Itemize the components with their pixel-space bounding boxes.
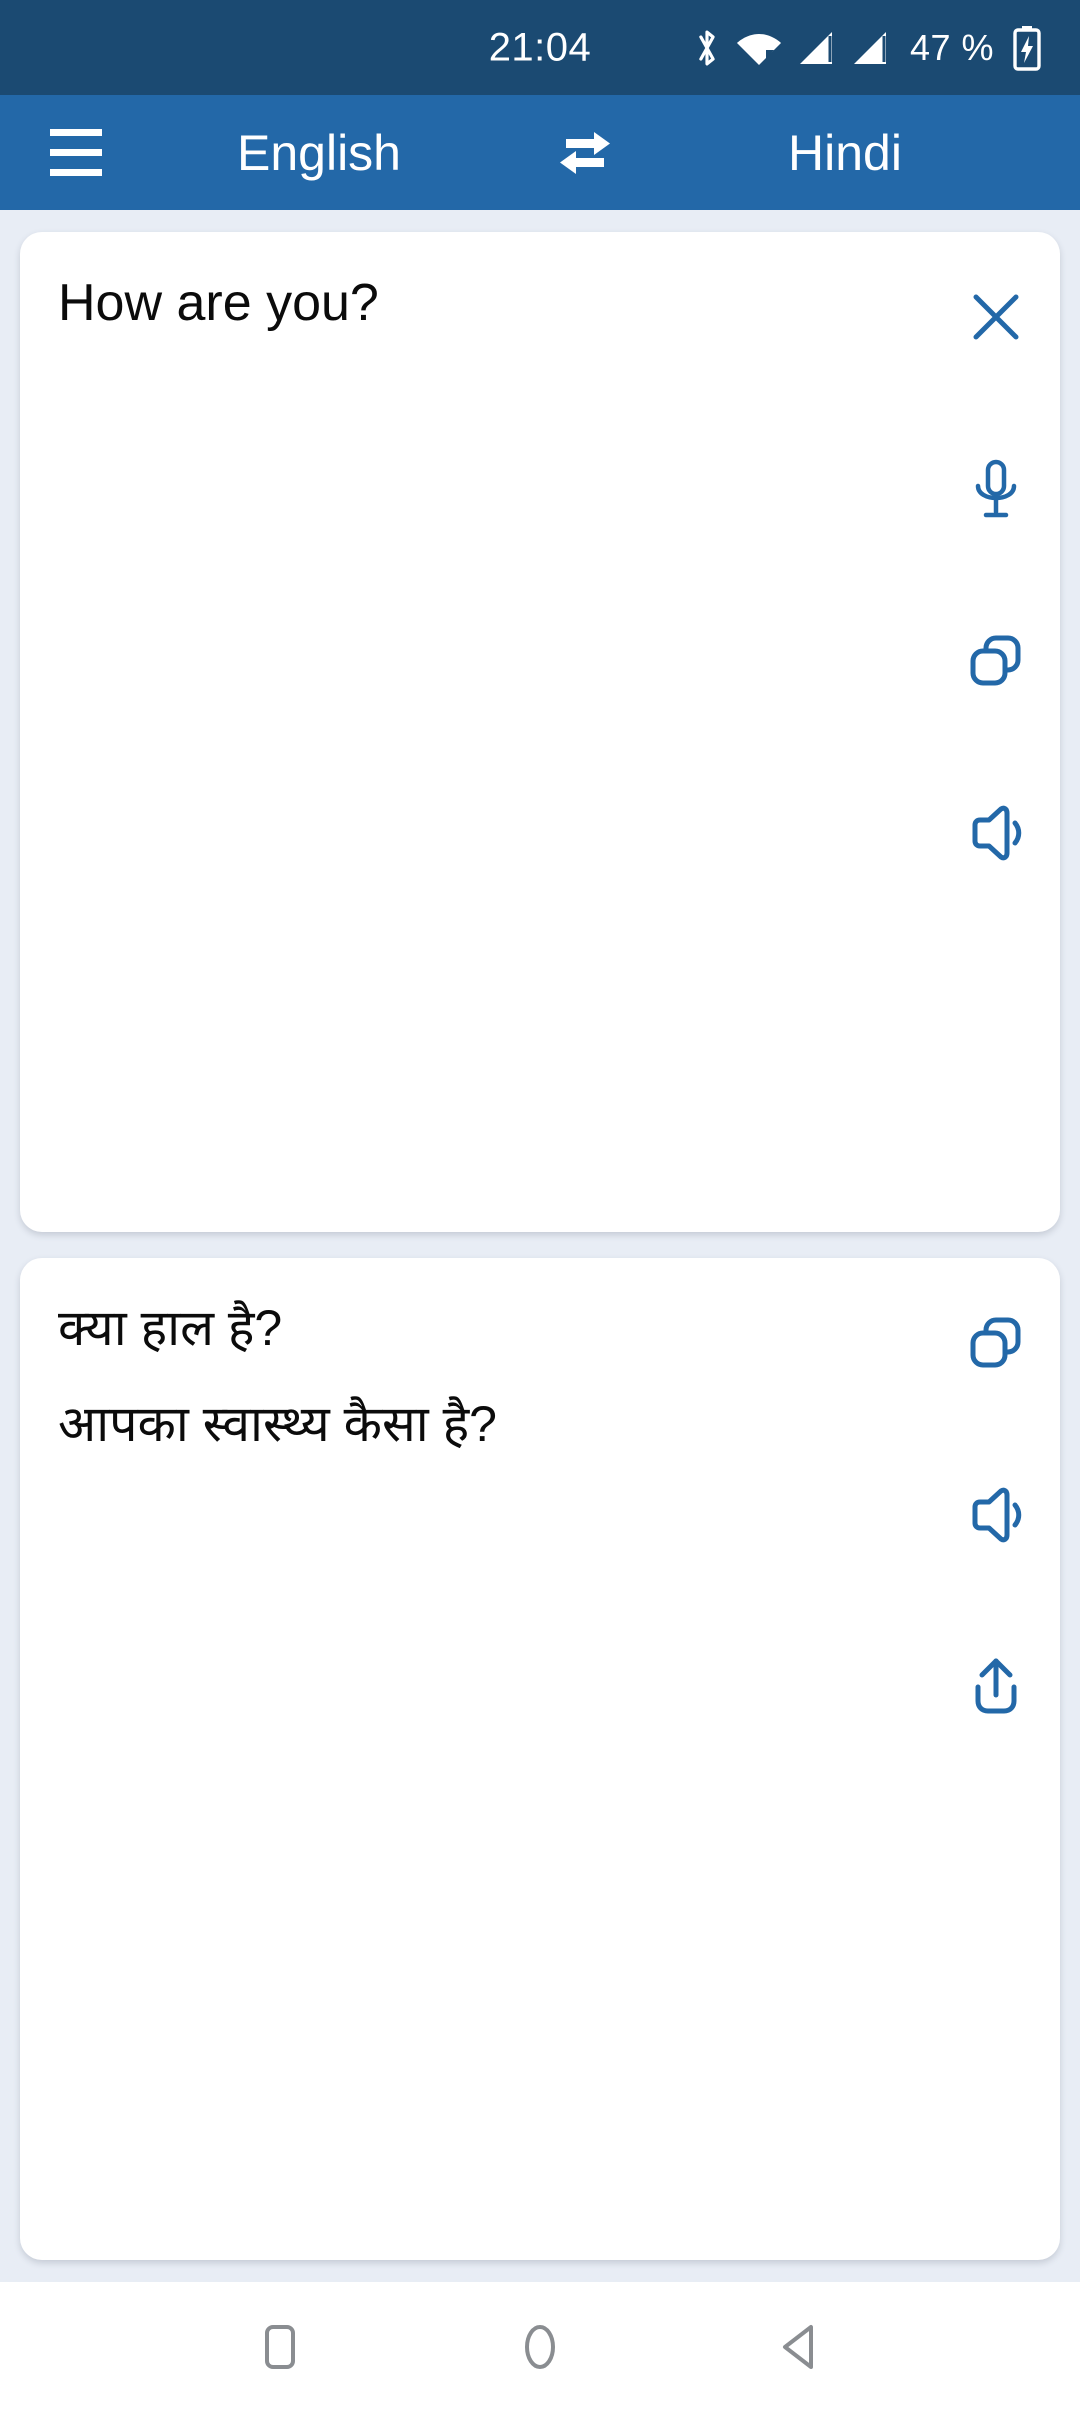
translation-card: क्या हाल है? आपका स्वास्थ्य कैसा है? bbox=[20, 1258, 1060, 2260]
copy-icon bbox=[967, 632, 1025, 690]
back-button[interactable] bbox=[740, 2292, 860, 2402]
battery-percentage-label: 47 % bbox=[909, 26, 994, 68]
signal-sim2-icon bbox=[850, 28, 890, 68]
signal-sim1-icon bbox=[796, 28, 836, 68]
copy-translation-button[interactable] bbox=[941, 1288, 1051, 1398]
source-text-area[interactable]: How are you? bbox=[20, 232, 932, 1232]
main-content: How are you? क्या हाल है? आपका स्वास्थ्य… bbox=[0, 210, 1080, 2282]
wifi-icon bbox=[736, 28, 782, 68]
source-text: How are you? bbox=[58, 274, 379, 332]
translation-card-actions bbox=[932, 1258, 1060, 2260]
speak-translation-button[interactable] bbox=[941, 1460, 1051, 1570]
share-icon bbox=[968, 1657, 1024, 1717]
app-bar: English Hindi bbox=[0, 95, 1080, 210]
copy-icon bbox=[967, 1314, 1025, 1372]
microphone-icon bbox=[969, 458, 1023, 520]
menu-line-2 bbox=[50, 149, 102, 156]
triangle-left-icon bbox=[775, 2322, 825, 2372]
speaker-icon bbox=[965, 805, 1027, 861]
status-icon-tray: 47 % bbox=[692, 25, 1042, 71]
clear-button[interactable] bbox=[941, 262, 1051, 372]
battery-charging-icon bbox=[1012, 25, 1042, 71]
menu-line-1 bbox=[50, 129, 102, 136]
bluetooth-icon bbox=[692, 26, 722, 70]
speak-button[interactable] bbox=[941, 778, 1051, 888]
share-translation-button[interactable] bbox=[941, 1632, 1051, 1742]
phone-screen: 21:04 47 % English Hindi How are you? क्… bbox=[0, 0, 1080, 2412]
source-text-card: How are you? bbox=[20, 232, 1060, 1232]
status-bar: 21:04 47 % bbox=[0, 0, 1080, 95]
close-icon bbox=[968, 289, 1024, 345]
square-icon bbox=[255, 2322, 305, 2372]
hamburger-menu-icon[interactable] bbox=[34, 111, 118, 195]
voice-input-button[interactable] bbox=[941, 434, 1051, 544]
copy-button[interactable] bbox=[941, 606, 1051, 716]
translation-line: आपका स्वास्थ्य कैसा है? bbox=[58, 1396, 497, 1452]
target-language-selector[interactable]: Hindi bbox=[640, 124, 1046, 182]
source-language-selector[interactable]: English bbox=[118, 124, 530, 182]
recents-button[interactable] bbox=[220, 2292, 340, 2402]
circle-icon bbox=[515, 2322, 565, 2372]
home-button[interactable] bbox=[480, 2292, 600, 2402]
translation-text-area: क्या हाल है? आपका स्वास्थ्य कैसा है? bbox=[20, 1258, 932, 2260]
menu-line-3 bbox=[50, 169, 102, 176]
android-navigation-bar bbox=[0, 2282, 1080, 2412]
translation-line: क्या हाल है? bbox=[58, 1300, 283, 1356]
swap-languages-icon[interactable] bbox=[530, 126, 640, 180]
source-card-actions bbox=[932, 232, 1060, 1232]
speaker-icon bbox=[965, 1487, 1027, 1543]
